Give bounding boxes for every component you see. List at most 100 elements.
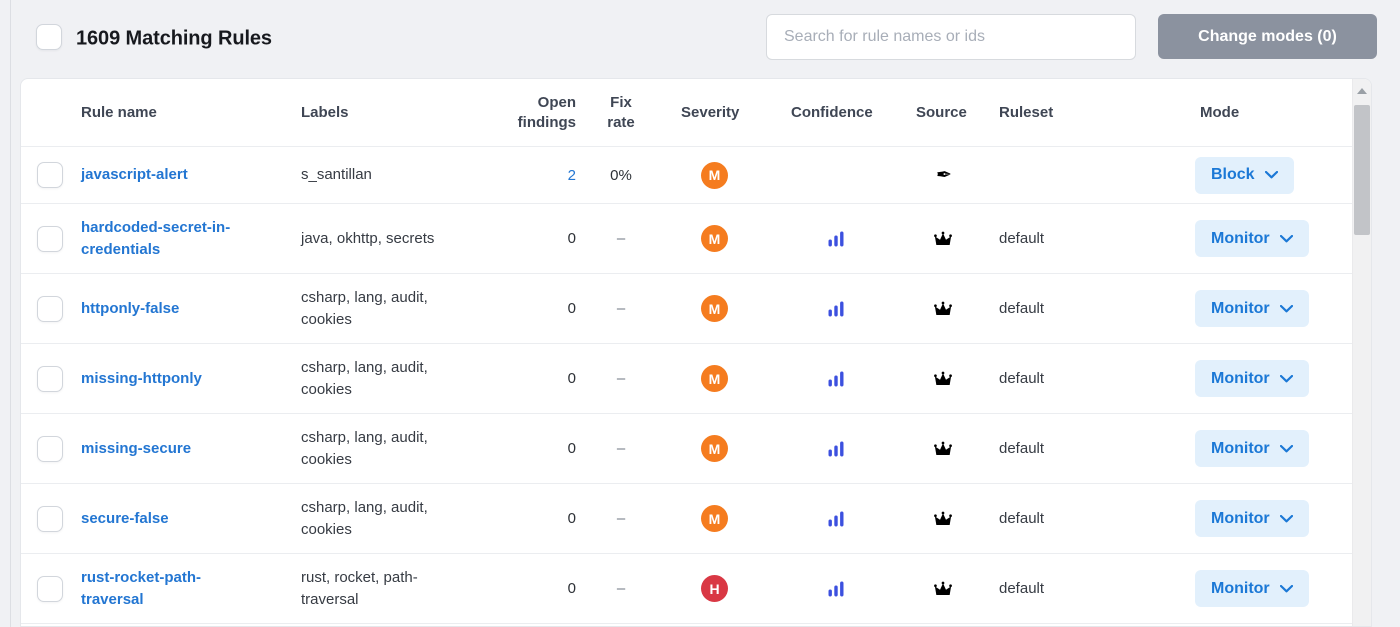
- ruleset-value: default: [999, 300, 1045, 317]
- table-row: secure-false csharp, lang, audit, cookie…: [21, 484, 1354, 554]
- rules-topbar: 1609 Matching Rules Change modes (0): [0, 0, 1400, 78]
- crown-icon: [934, 231, 952, 245]
- page-title: 1609 Matching Rules: [76, 27, 272, 50]
- rules-table-card: Rule name Labels Open findings Fix rate …: [20, 78, 1372, 627]
- rule-labels: rust, rocket, path-traversal: [301, 568, 418, 608]
- confidence-bars-icon: [828, 231, 844, 246]
- column-header-labels: Labels: [301, 103, 349, 121]
- column-header-severity: Severity: [681, 103, 740, 121]
- ruleset-value: default: [999, 510, 1045, 527]
- row-checkbox[interactable]: [37, 162, 63, 188]
- open-findings-value: 0: [567, 580, 576, 597]
- crown-icon: [934, 441, 952, 455]
- row-checkbox[interactable]: [37, 225, 63, 252]
- table-row: javascript-alert s_santillan 2 0% M ✒ Bl…: [21, 147, 1354, 204]
- table-row: missing-httponly csharp, lang, audit, co…: [21, 344, 1354, 414]
- search-input[interactable]: [766, 14, 1136, 60]
- crown-icon: [934, 371, 952, 385]
- column-header-fix-rate: Fix rate: [607, 93, 635, 131]
- chevron-down-icon: [1279, 374, 1293, 382]
- table-row: missing-secure csharp, lang, audit, cook…: [21, 414, 1354, 484]
- mode-dropdown-label: Monitor: [1211, 439, 1270, 457]
- fix-rate-value: –: [616, 580, 626, 597]
- open-findings-value: 0: [567, 300, 576, 317]
- fix-rate-value: –: [616, 230, 626, 247]
- row-checkbox[interactable]: [37, 435, 63, 462]
- chevron-down-icon: [1279, 304, 1293, 312]
- column-header-confidence: Confidence: [791, 103, 873, 121]
- rule-name-link[interactable]: rust-rocket-path-traversal: [81, 567, 257, 611]
- page-left-divider: [10, 0, 11, 627]
- rule-name-link[interactable]: secure-false: [81, 508, 169, 530]
- open-findings-value: 0: [567, 370, 576, 387]
- chevron-down-icon: [1279, 444, 1293, 452]
- mode-dropdown-label: Monitor: [1211, 229, 1270, 247]
- table-row: httponly-false csharp, lang, audit, cook…: [21, 274, 1354, 344]
- rule-labels: s_santillan: [301, 166, 372, 183]
- rule-name-link[interactable]: hardcoded-secret-in-credentials: [81, 217, 257, 261]
- rule-name-link[interactable]: httponly-false: [81, 298, 179, 320]
- fix-rate-value: –: [616, 440, 626, 457]
- fix-rate-value: 0%: [610, 166, 632, 184]
- mode-dropdown-label: Monitor: [1211, 579, 1270, 597]
- severity-badge: M: [701, 435, 728, 462]
- chevron-down-icon: [1279, 514, 1293, 522]
- row-checkbox[interactable]: [37, 295, 63, 322]
- mode-dropdown[interactable]: Monitor: [1195, 570, 1309, 607]
- confidence-bars-icon: [828, 581, 844, 596]
- rule-labels: java, okhttp, secrets: [301, 229, 435, 247]
- mode-dropdown[interactable]: Monitor: [1195, 430, 1309, 467]
- mode-dropdown[interactable]: Monitor: [1195, 500, 1309, 537]
- column-header-ruleset: Ruleset: [999, 103, 1054, 121]
- mode-dropdown-label: Monitor: [1211, 299, 1270, 317]
- rule-name-link[interactable]: javascript-alert: [81, 164, 188, 186]
- row-checkbox[interactable]: [37, 365, 63, 392]
- ruleset-value: default: [999, 440, 1045, 457]
- crown-icon: [934, 301, 952, 315]
- severity-badge: M: [701, 295, 728, 322]
- column-header-rule-name: Rule name: [81, 103, 157, 121]
- mode-dropdown[interactable]: Monitor: [1195, 220, 1309, 257]
- table-row: hardcoded-secret-in-credentials java, ok…: [21, 204, 1354, 274]
- mode-dropdown[interactable]: Monitor: [1195, 290, 1309, 327]
- open-findings-value: 0: [567, 510, 576, 527]
- column-header-source: Source: [916, 103, 967, 121]
- change-modes-button[interactable]: Change modes (0): [1158, 14, 1377, 59]
- crown-icon: [934, 511, 952, 525]
- column-header-mode: Mode: [1200, 103, 1240, 121]
- table-body: javascript-alert s_santillan 2 0% M ✒ Bl…: [21, 147, 1371, 624]
- mode-dropdown[interactable]: Block: [1195, 156, 1294, 194]
- ruleset-value: default: [999, 580, 1045, 597]
- rule-name-link[interactable]: missing-httponly: [81, 368, 202, 390]
- vertical-scrollbar[interactable]: [1352, 79, 1371, 626]
- ruleset-value: default: [999, 230, 1045, 247]
- header-checkbox-spacer: [21, 79, 81, 146]
- row-checkbox[interactable]: [37, 505, 63, 532]
- mode-dropdown-label: Block: [1211, 166, 1255, 183]
- severity-badge: M: [701, 161, 728, 189]
- mode-dropdown-label: Monitor: [1211, 509, 1270, 527]
- mode-dropdown[interactable]: Monitor: [1195, 360, 1309, 397]
- table-header-row: Rule name Labels Open findings Fix rate …: [21, 79, 1354, 147]
- open-findings-value[interactable]: 2: [568, 167, 576, 184]
- rule-labels: csharp, lang, audit, cookies: [301, 498, 428, 538]
- confidence-bars-icon: [828, 371, 844, 386]
- rule-labels: csharp, lang, audit, cookies: [301, 358, 428, 398]
- fix-rate-value: –: [616, 300, 626, 317]
- scrollbar-thumb[interactable]: [1354, 105, 1370, 235]
- confidence-bars-icon: [828, 511, 844, 526]
- row-checkbox[interactable]: [37, 575, 63, 602]
- confidence-bars-icon: [828, 441, 844, 456]
- ruleset-value: default: [999, 370, 1045, 387]
- rule-labels: csharp, lang, audit, cookies: [301, 288, 428, 328]
- chevron-down-icon: [1279, 584, 1293, 592]
- crown-icon: [934, 581, 952, 595]
- scrollbar-up-arrow-icon[interactable]: [1357, 88, 1367, 94]
- table-row: rust-rocket-path-traversal rust, rocket,…: [21, 554, 1354, 624]
- severity-badge: M: [701, 225, 728, 252]
- fix-rate-value: –: [616, 510, 626, 527]
- rule-name-link[interactable]: missing-secure: [81, 438, 191, 460]
- severity-badge: M: [701, 365, 728, 392]
- select-all-checkbox[interactable]: [36, 24, 62, 50]
- chevron-down-icon: [1279, 234, 1293, 242]
